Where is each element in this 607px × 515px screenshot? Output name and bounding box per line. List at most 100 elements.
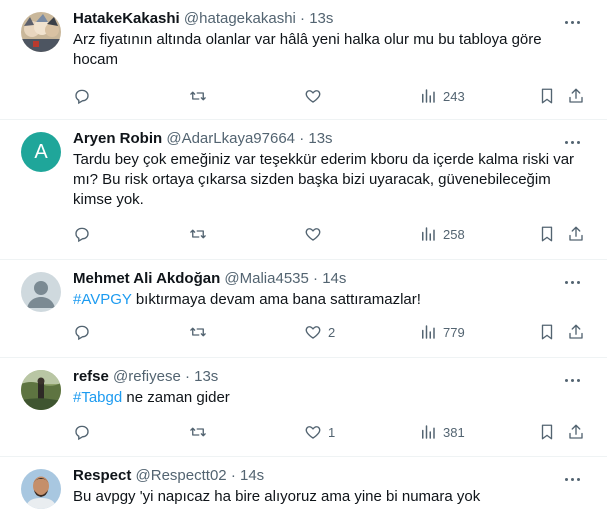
author-handle[interactable]: @AdarLkaya97664 (166, 130, 295, 147)
bookmark-icon (541, 226, 553, 242)
retweet-button[interactable] (189, 322, 207, 342)
tweet[interactable]: A Aryen Robin @AdarLkaya97664 · 13s Tard… (0, 120, 607, 260)
author-name[interactable]: refse (73, 368, 109, 385)
like-button[interactable] (304, 86, 328, 106)
views-icon (422, 425, 435, 439)
share-icon (569, 324, 583, 339)
tweet-header: refse @refiyese · 13s (73, 367, 218, 387)
like-button[interactable] (304, 224, 328, 244)
bookmark-icon (541, 88, 553, 104)
author-name[interactable]: Respect (73, 467, 131, 484)
bookmark-button[interactable] (538, 86, 556, 106)
hashtag-link[interactable]: #Tabgd (73, 389, 122, 406)
views-button[interactable]: 381 (419, 422, 465, 442)
reply-icon (75, 325, 89, 341)
tweet-body: bıktırmaya devam ama bana sattıramazlar! (131, 291, 421, 308)
retweet-icon (190, 229, 206, 239)
reply-button[interactable] (73, 422, 91, 442)
tweet-text: #AVPGY bıktırmaya devam ama bana sattıra… (73, 290, 583, 310)
avatar[interactable] (21, 272, 61, 312)
like-count: 1 (328, 424, 336, 440)
like-icon (305, 90, 321, 103)
tweet-header: Aryen Robin @AdarLkaya97664 · 13s (73, 129, 333, 149)
tweet-header: HatakeKakashi @hatagekakashi · 13s (73, 9, 333, 29)
avatar[interactable]: A (21, 132, 61, 172)
avatar[interactable] (21, 370, 61, 410)
views-count: 258 (443, 226, 465, 242)
more-icon[interactable] (565, 134, 583, 145)
author-name[interactable]: Mehmet Ali Akdoğan (73, 270, 220, 287)
separator: · (184, 368, 190, 385)
action-bar: 1 381 (73, 422, 588, 442)
timestamp[interactable]: 14s (240, 467, 264, 484)
bookmark-button[interactable] (538, 422, 556, 442)
retweet-button[interactable] (189, 224, 207, 244)
views-count: 243 (443, 88, 465, 104)
more-icon[interactable] (565, 372, 583, 383)
tweet-text: Arz fiyatının altında olanlar var hâlâ y… (73, 31, 542, 68)
retweet-button[interactable] (189, 422, 207, 442)
tweet-feed: HatakeKakashi @hatagekakashi · 13s Arz f… (0, 0, 607, 515)
views-count: 381 (443, 424, 465, 440)
timestamp[interactable]: 13s (308, 130, 332, 147)
tweet[interactable]: Mehmet Ali Akdoğan @Malia4535 · 14s #AVP… (0, 260, 607, 358)
hashtag-link[interactable]: #AVPGY (73, 291, 132, 308)
share-button[interactable] (567, 322, 585, 342)
retweet-icon (190, 327, 206, 337)
more-icon[interactable] (565, 471, 583, 482)
share-icon (569, 88, 583, 103)
timestamp[interactable]: 13s (194, 368, 218, 385)
like-button[interactable]: 1 (304, 422, 335, 442)
share-button[interactable] (567, 86, 585, 106)
author-handle[interactable]: @Malia4535 (224, 270, 308, 287)
reply-button[interactable] (73, 322, 91, 342)
retweet-button[interactable] (189, 86, 207, 106)
like-icon (305, 228, 321, 241)
avatar[interactable] (21, 469, 61, 509)
tweet-text: Bu avpgy 'yi napıcaz ha bire alıyoruz am… (73, 488, 481, 505)
separator: · (313, 270, 319, 287)
views-button[interactable]: 258 (419, 224, 465, 244)
bookmark-button[interactable] (538, 322, 556, 342)
views-icon (422, 325, 435, 339)
tweet[interactable]: HatakeKakashi @hatagekakashi · 13s Arz f… (0, 0, 607, 120)
like-icon (305, 426, 321, 439)
share-button[interactable] (567, 224, 585, 244)
like-button[interactable]: 2 (304, 322, 335, 342)
separator: · (299, 130, 305, 147)
views-count: 779 (443, 324, 465, 340)
action-bar: 258 (73, 224, 588, 244)
share-button[interactable] (567, 422, 585, 442)
share-icon (569, 226, 583, 241)
like-icon (305, 326, 321, 339)
share-icon (569, 424, 583, 439)
tweet[interactable]: Respect @Respectt02 · 14s Bu avpgy 'yi n… (0, 457, 607, 515)
action-bar: 243 (73, 86, 588, 106)
separator: · (230, 467, 236, 484)
author-handle[interactable]: @Respectt02 (136, 467, 227, 484)
avatar-letter: A (34, 140, 48, 163)
reply-button[interactable] (73, 86, 91, 106)
tweet-body: ne zaman gider (122, 389, 230, 406)
avatar[interactable] (21, 12, 61, 52)
more-icon[interactable] (565, 14, 583, 25)
tweet-header: Mehmet Ali Akdoğan @Malia4535 · 14s (73, 269, 346, 289)
tweet[interactable]: refse @refiyese · 13s #Tabgd ne zaman gi… (0, 358, 607, 457)
retweet-icon (190, 427, 206, 437)
more-icon[interactable] (565, 274, 583, 285)
author-handle[interactable]: @refiyese (113, 368, 181, 385)
separator: · (300, 10, 306, 27)
author-name[interactable]: Aryen Robin (73, 130, 162, 147)
views-button[interactable]: 243 (419, 86, 465, 106)
timestamp[interactable]: 14s (322, 270, 346, 287)
reply-icon (75, 227, 89, 243)
author-handle[interactable]: @hatagekakashi (184, 10, 296, 27)
views-icon (422, 227, 435, 241)
timestamp[interactable]: 13s (309, 10, 333, 27)
bookmark-button[interactable] (538, 224, 556, 244)
bookmark-icon (541, 324, 553, 340)
reply-button[interactable] (73, 224, 91, 244)
views-button[interactable]: 779 (419, 322, 465, 342)
like-count: 2 (328, 324, 336, 340)
author-name[interactable]: HatakeKakashi (73, 10, 180, 27)
